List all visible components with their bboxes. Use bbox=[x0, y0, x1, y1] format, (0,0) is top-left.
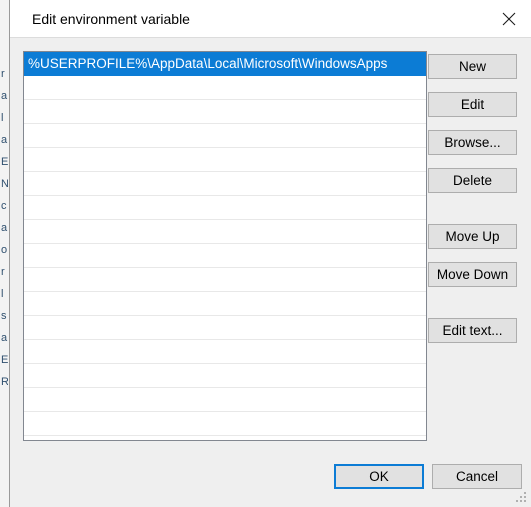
list-item[interactable] bbox=[24, 340, 426, 364]
background-text-fragment: s bbox=[1, 310, 7, 322]
background-text-fragment: r bbox=[1, 266, 5, 278]
edit-button[interactable]: Edit bbox=[428, 92, 517, 117]
list-item[interactable] bbox=[24, 412, 426, 436]
move-down-button[interactable]: Move Down bbox=[428, 262, 517, 287]
background-text-fragment: E bbox=[1, 354, 8, 366]
list-item[interactable] bbox=[24, 316, 426, 340]
background-text-fragment: c bbox=[1, 200, 7, 212]
browse-button[interactable]: Browse... bbox=[428, 130, 517, 155]
dialog-title: Edit environment variable bbox=[32, 11, 190, 27]
background-text-fragment: E bbox=[1, 156, 8, 168]
list-item[interactable] bbox=[24, 220, 426, 244]
edit-text-button[interactable]: Edit text... bbox=[428, 318, 517, 343]
path-list[interactable]: %USERPROFILE%\AppData\Local\Microsoft\Wi… bbox=[23, 51, 427, 441]
list-item[interactable] bbox=[24, 364, 426, 388]
list-item[interactable]: %USERPROFILE%\AppData\Local\Microsoft\Wi… bbox=[24, 52, 426, 76]
new-button[interactable]: New bbox=[428, 54, 517, 79]
list-item[interactable] bbox=[24, 244, 426, 268]
title-bar: Edit environment variable bbox=[10, 0, 531, 38]
background-text-fragment: R bbox=[1, 376, 8, 388]
list-item[interactable] bbox=[24, 100, 426, 124]
list-item[interactable] bbox=[24, 76, 426, 100]
delete-button[interactable]: Delete bbox=[428, 168, 517, 193]
list-item[interactable] bbox=[24, 196, 426, 220]
background-text-fragment: a bbox=[1, 222, 8, 234]
background-text-fragment: o bbox=[1, 244, 8, 256]
resize-grip[interactable] bbox=[515, 491, 528, 504]
cancel-button[interactable]: Cancel bbox=[432, 464, 522, 489]
ok-button[interactable]: OK bbox=[334, 464, 424, 489]
move-up-button[interactable]: Move Up bbox=[428, 224, 517, 249]
edit-environment-variable-dialog: Edit environment variable %USERPROFILE%\… bbox=[9, 0, 531, 507]
close-icon[interactable] bbox=[486, 0, 531, 37]
list-item[interactable] bbox=[24, 148, 426, 172]
list-item[interactable] bbox=[24, 292, 426, 316]
background-text-fragment: N bbox=[1, 178, 8, 190]
list-item[interactable] bbox=[24, 268, 426, 292]
background-text-fragment: a bbox=[1, 134, 8, 146]
list-item[interactable] bbox=[24, 124, 426, 148]
background-text-fragment: a bbox=[1, 90, 8, 102]
background-text-fragment: a bbox=[1, 332, 8, 344]
background-text-fragment: r bbox=[1, 68, 5, 80]
list-item[interactable] bbox=[24, 388, 426, 412]
list-item[interactable] bbox=[24, 172, 426, 196]
background-text-fragment: l bbox=[1, 288, 4, 300]
background-text-fragment: l bbox=[1, 112, 4, 124]
